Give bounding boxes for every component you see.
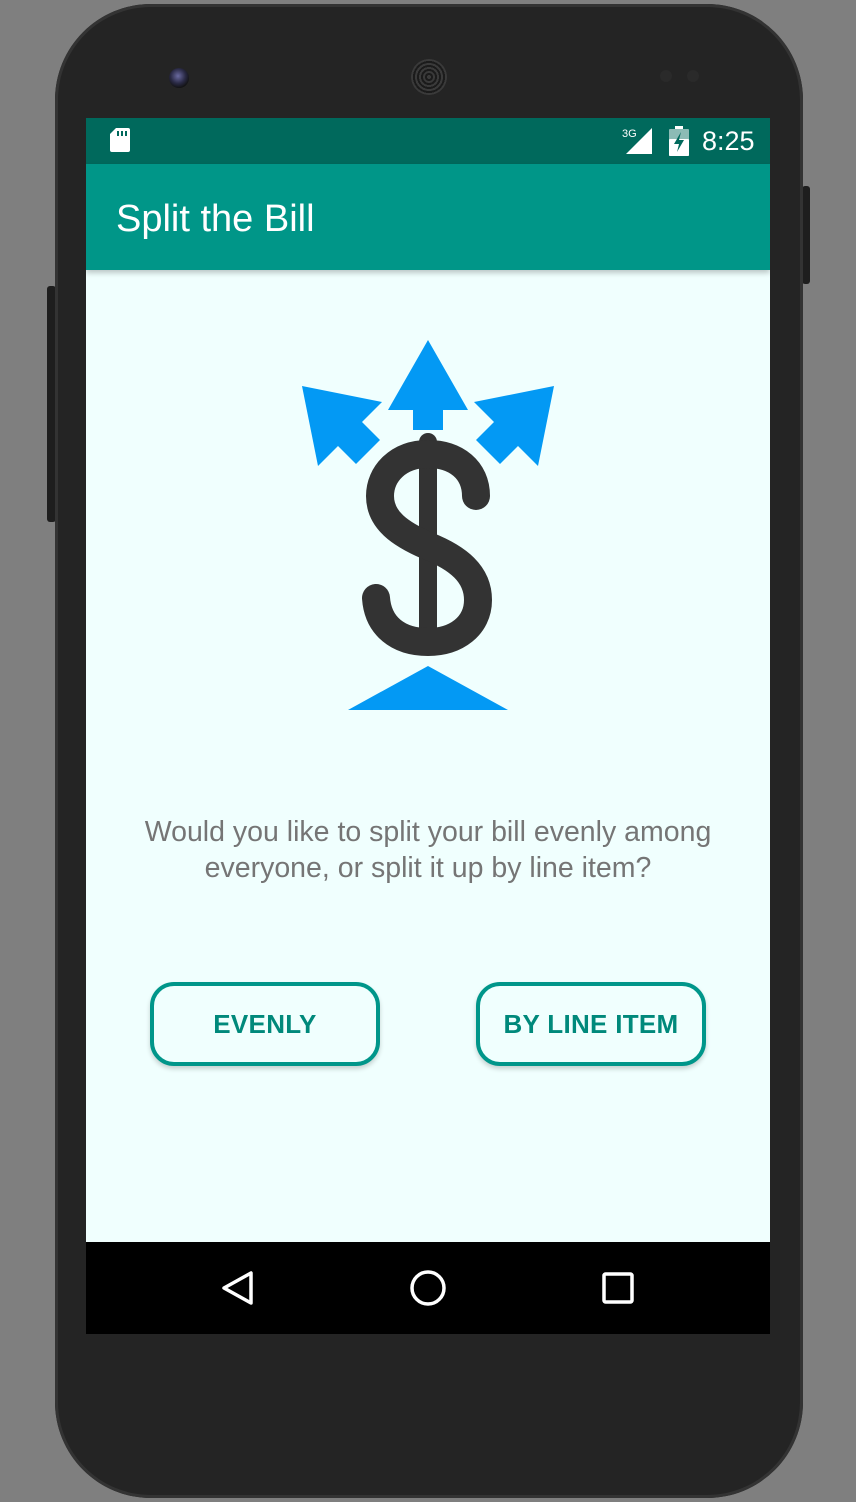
signal-icon: 3G [622, 128, 652, 154]
screen: 3G 8:25 Split the Bill Would you like to… [86, 118, 770, 1334]
network-type-label: 3G [622, 128, 637, 140]
status-bar: 3G 8:25 [86, 118, 770, 164]
app-bar: Split the Bill [86, 164, 770, 270]
split-evenly-button[interactable]: EVENLY [150, 982, 380, 1066]
front-camera [169, 68, 189, 88]
volume-button[interactable] [802, 186, 810, 284]
navigation-bar [86, 1242, 770, 1334]
app-title: Split the Bill [116, 198, 315, 240]
back-button[interactable] [208, 1258, 268, 1318]
status-time: 8:25 [702, 126, 755, 156]
battery-charging-icon [669, 126, 689, 156]
recents-icon [602, 1272, 634, 1304]
split-question: Would you like to split your bill evenly… [144, 816, 712, 884]
split-by-line-item-button[interactable]: BY LINE ITEM [476, 982, 706, 1066]
light-sensor [687, 70, 699, 82]
recents-button[interactable] [588, 1258, 648, 1318]
back-icon [222, 1271, 253, 1305]
speaker-grill [411, 59, 447, 95]
proximity-sensor [660, 70, 672, 82]
sd-card-icon [110, 128, 130, 152]
home-button[interactable] [398, 1258, 458, 1318]
split-dollar-icon [302, 340, 554, 710]
home-icon [410, 1270, 446, 1306]
